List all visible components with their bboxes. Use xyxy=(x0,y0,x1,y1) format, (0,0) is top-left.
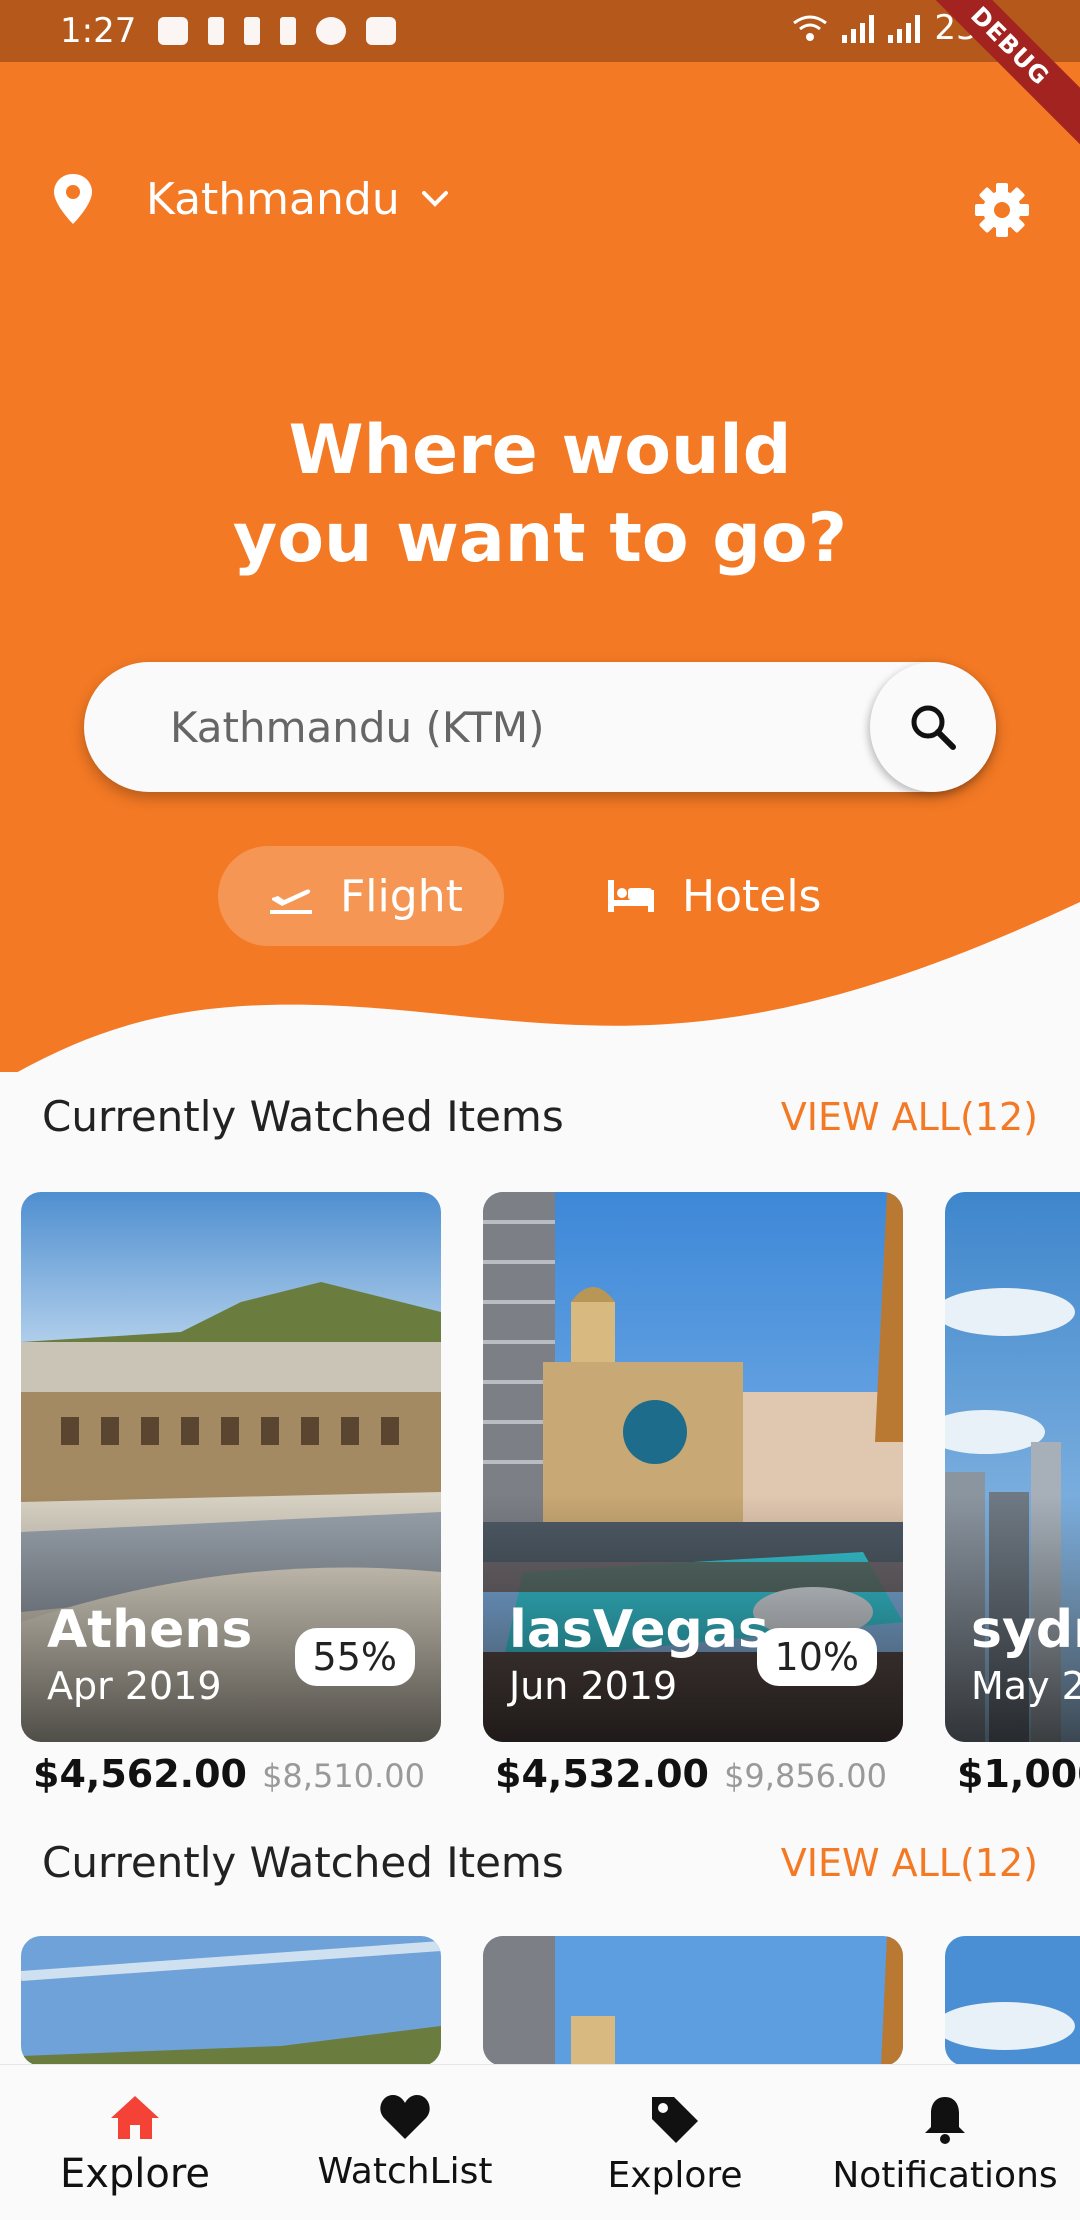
card-image xyxy=(945,1936,1080,2066)
destination-card-athens[interactable]: Athens Apr 2019 55% $4,562.00 $8,510.00 xyxy=(21,1192,441,1796)
search-icon xyxy=(911,705,956,750)
discount-badge: 10% xyxy=(756,1628,877,1686)
location-selector[interactable]: Kathmandu xyxy=(50,172,452,226)
destination-card-lasvegas[interactable]: lasVegas Jun 2019 10% $4,532.00 $9,856.0… xyxy=(483,1192,903,1796)
current-price: $1,000 xyxy=(957,1752,1080,1796)
watched-items-carousel-2 xyxy=(0,1936,1080,2066)
card-image xyxy=(483,1936,903,2066)
destination-card[interactable] xyxy=(483,1936,903,2066)
tiktok-icon xyxy=(208,17,225,45)
nav-notifications[interactable]: Notifications xyxy=(810,2065,1080,2220)
home-icon xyxy=(111,2096,159,2139)
hero-header: Kathmandu Where would you want to go? Ka… xyxy=(0,62,1080,1072)
current-price: $4,562.00 xyxy=(33,1752,247,1796)
lasvegas-image xyxy=(483,1936,903,2066)
destination-card[interactable] xyxy=(21,1936,441,2066)
card-title: sydney xyxy=(971,1600,1080,1660)
chevron-down-icon xyxy=(421,191,448,207)
search-input[interactable] xyxy=(170,662,850,792)
gallery-icon xyxy=(366,17,397,45)
signal-icon xyxy=(842,13,875,43)
section-title: Currently Watched Items xyxy=(42,1838,564,1887)
card-image: Athens Apr 2019 55% xyxy=(21,1192,441,1742)
card-date: May 2019 xyxy=(971,1664,1080,1708)
section-header-2: Currently Watched Items VIEW ALL(12) xyxy=(42,1838,1038,1887)
sydney-image xyxy=(945,1936,1080,2066)
location-notif-icon xyxy=(244,17,261,45)
clock: 1:27 xyxy=(60,11,137,51)
watched-items-carousel: Athens Apr 2019 55% $4,562.00 $8,510.00 xyxy=(0,1192,1080,1832)
nav-label: Explore xyxy=(607,2155,743,2196)
location-label: Kathmandu xyxy=(146,173,400,225)
view-all-link[interactable]: VIEW ALL(12) xyxy=(781,1095,1038,1139)
d-app-icon xyxy=(280,17,297,45)
card-prices: $1,000 xyxy=(957,1752,1080,1796)
card-date: Jun 2019 xyxy=(509,1664,678,1708)
header-wave xyxy=(17,902,1080,1072)
status-bar: 1:27 23% xyxy=(0,0,1080,62)
section-title: Currently Watched Items xyxy=(42,1092,564,1141)
nav-watchlist[interactable]: WatchList xyxy=(270,2065,540,2220)
card-image: lasVegas Jun 2019 10% xyxy=(483,1192,903,1742)
title-line-1: Where would xyxy=(288,411,792,490)
card-image xyxy=(21,1936,441,2066)
title-line-2: you want to go? xyxy=(232,499,848,578)
current-price: $4,532.00 xyxy=(495,1752,709,1796)
card-prices: $4,562.00 $8,510.00 xyxy=(33,1752,425,1796)
card-title: Athens xyxy=(47,1600,253,1660)
bell-icon xyxy=(925,2097,965,2144)
old-price: $9,856.00 xyxy=(724,1757,887,1795)
search-bar xyxy=(84,662,996,792)
view-all-link[interactable]: VIEW ALL(12) xyxy=(781,1841,1038,1885)
card-prices: $4,532.00 $9,856.00 xyxy=(495,1752,887,1796)
location-pin-icon xyxy=(54,174,92,224)
heart-icon xyxy=(380,2095,430,2139)
gear-icon[interactable] xyxy=(972,180,1032,240)
nav-label: Notifications xyxy=(832,2155,1058,2196)
old-price: $8,510.00 xyxy=(262,1757,425,1795)
discount-badge: 55% xyxy=(294,1628,415,1686)
tag-icon xyxy=(652,2097,698,2143)
signal-icon-2 xyxy=(888,13,921,43)
card-date: Apr 2019 xyxy=(47,1664,222,1708)
nav-label: WatchList xyxy=(317,2151,493,2192)
nav-explore[interactable]: Explore xyxy=(0,2065,270,2220)
destination-card[interactable] xyxy=(945,1936,1080,2066)
search-button[interactable] xyxy=(870,662,996,792)
nav-explore-deals[interactable]: Explore xyxy=(540,2065,810,2220)
page-title: Where would you want to go? xyxy=(0,407,1080,583)
wifi-icon xyxy=(793,15,828,41)
messenger-icon xyxy=(316,17,347,45)
card-image: sydney May 2019 xyxy=(945,1192,1080,1742)
athens-image xyxy=(21,1936,441,2066)
section-header: Currently Watched Items VIEW ALL(12) xyxy=(42,1092,1038,1141)
bottom-navigation: Explore WatchList Explore Notifications xyxy=(0,2064,1080,2220)
youtube-icon xyxy=(158,17,189,45)
card-title: lasVegas xyxy=(509,1600,769,1660)
destination-card-sydney[interactable]: sydney May 2019 $1,000 xyxy=(945,1192,1080,1796)
notification-icons xyxy=(158,17,397,45)
nav-label: Explore xyxy=(59,2151,211,2197)
